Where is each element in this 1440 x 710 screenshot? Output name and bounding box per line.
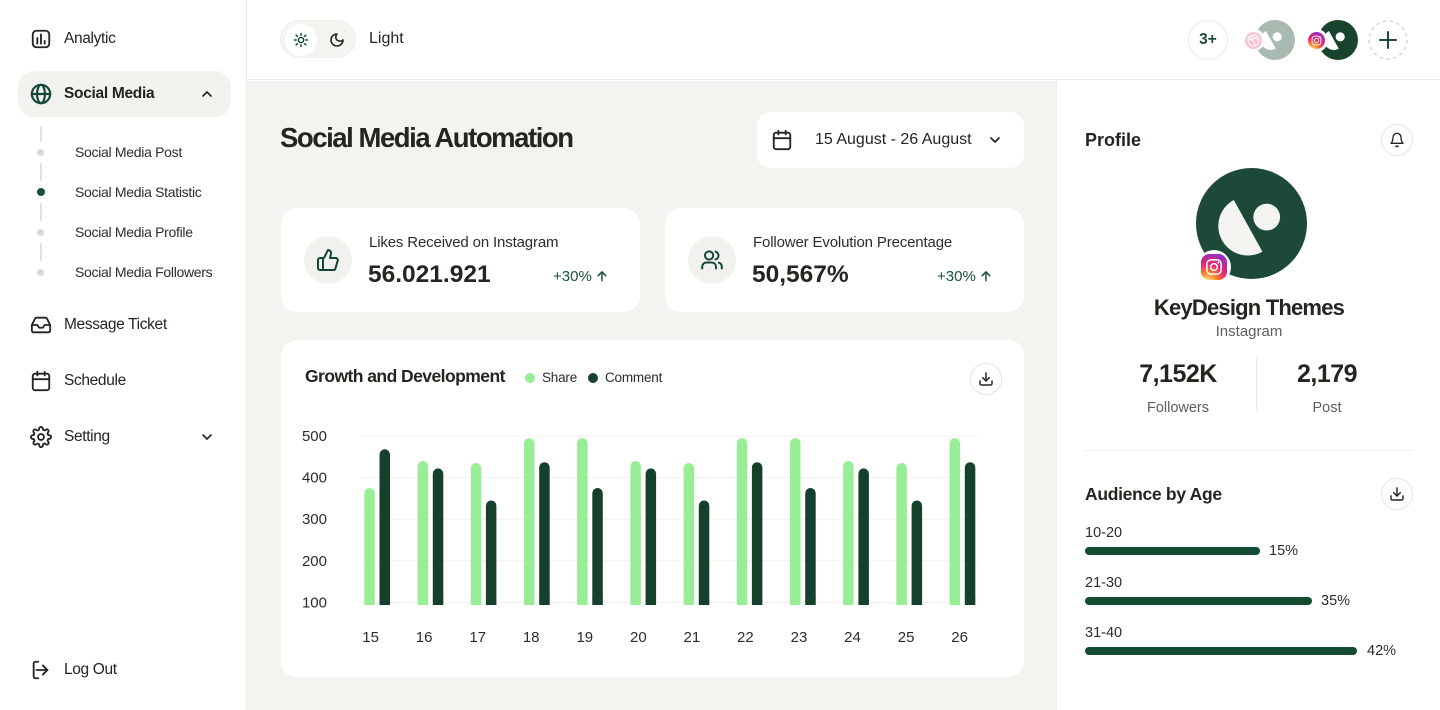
svg-text:100: 100	[302, 594, 327, 611]
svg-text:200: 200	[302, 553, 327, 570]
svg-text:26: 26	[951, 629, 968, 646]
svg-text:21: 21	[684, 629, 701, 646]
svg-text:20: 20	[630, 629, 647, 646]
svg-text:400: 400	[302, 470, 327, 487]
svg-text:17: 17	[469, 629, 486, 646]
svg-text:500: 500	[302, 428, 327, 445]
svg-text:15: 15	[362, 629, 379, 646]
svg-text:23: 23	[791, 629, 808, 646]
svg-text:300: 300	[302, 511, 327, 528]
svg-text:16: 16	[416, 629, 433, 646]
svg-text:18: 18	[523, 629, 540, 646]
svg-text:19: 19	[576, 629, 593, 646]
svg-text:25: 25	[898, 629, 915, 646]
svg-text:24: 24	[844, 629, 861, 646]
svg-text:22: 22	[737, 629, 754, 646]
